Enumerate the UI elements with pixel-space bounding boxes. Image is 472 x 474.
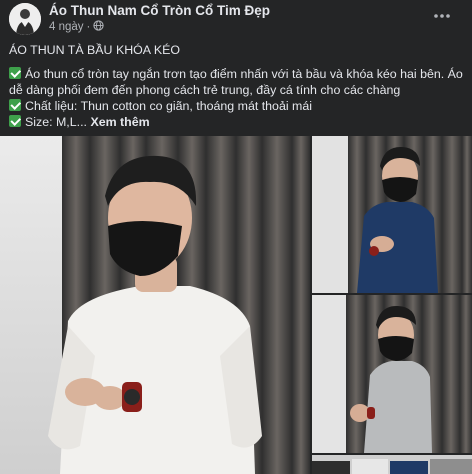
post-text: ÁO THUN TÀ BẦU KHÓA KÉO Áo thun cổ tròn … — [9, 42, 465, 130]
post-line-text: Áo thun cổ tròn tay ngắn trơn tạo điểm n… — [9, 67, 463, 97]
post-line-text: Size: M,L... — [25, 115, 87, 129]
post-photo-4[interactable] — [312, 455, 472, 474]
check-mark-icon — [9, 99, 21, 111]
more-options-icon[interactable] — [430, 6, 454, 26]
see-more-link[interactable]: Xem thêm — [90, 115, 149, 129]
post-header: Áo Thun Nam Cổ Tròn Cổ Tim Đẹp 4 ngày · — [0, 0, 472, 40]
globe-icon — [93, 20, 105, 34]
post-line-description: Áo thun cổ tròn tay ngắn trơn tạo điểm n… — [9, 66, 465, 98]
post-time[interactable]: 4 ngày — [49, 21, 84, 33]
post-line-material: Chất liệu: Thun cotton co giãn, thoáng m… — [9, 98, 465, 114]
post-line-text: Chất liệu: Thun cotton co giãn, thoáng m… — [25, 99, 312, 113]
post-meta: 4 ngày · — [49, 20, 105, 34]
post-photo-3[interactable] — [312, 295, 472, 453]
post-photo-main[interactable] — [0, 136, 310, 474]
post-title: ÁO THUN TÀ BẦU KHÓA KÉO — [9, 43, 180, 57]
post-line-size: Size: M,L... Xem thêm — [9, 114, 465, 130]
meta-separator: · — [86, 21, 91, 33]
check-mark-icon — [9, 67, 21, 79]
post-photo-2[interactable] — [312, 136, 472, 293]
page-name[interactable]: Áo Thun Nam Cổ Tròn Cổ Tim Đẹp — [49, 3, 270, 18]
page-avatar[interactable] — [9, 3, 41, 35]
check-mark-icon — [9, 115, 21, 127]
